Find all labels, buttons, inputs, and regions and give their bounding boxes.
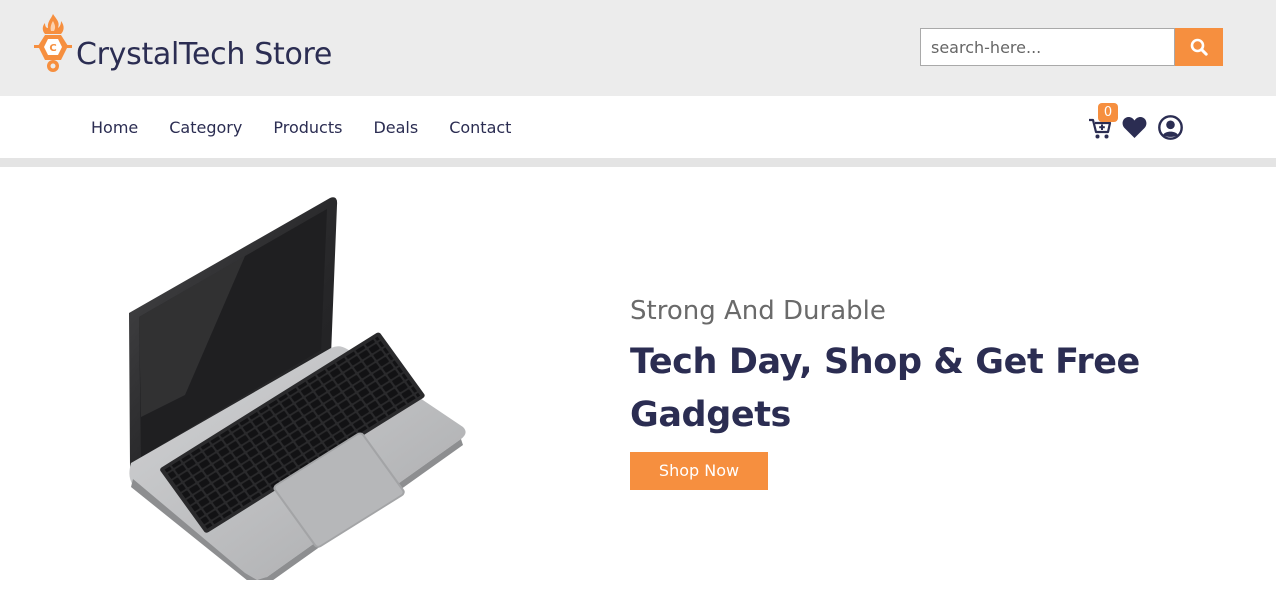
nav-links: Home Category Products Deals Contact (91, 96, 511, 158)
heart-icon[interactable] (1122, 116, 1147, 139)
hero-subtitle: Strong And Durable (630, 296, 886, 326)
svg-text:C: C (49, 43, 56, 54)
search-icon (1190, 38, 1208, 56)
search-button[interactable] (1175, 28, 1223, 66)
shop-now-button[interactable]: Shop Now (630, 452, 768, 490)
nav-item-deals[interactable]: Deals (373, 118, 418, 137)
search-input[interactable] (920, 28, 1175, 66)
main-nav: Home Category Products Deals Contact (0, 96, 1276, 158)
hero-title: Tech Day, Shop & Get Free Gadgets (630, 342, 1140, 435)
nav-divider (0, 158, 1276, 167)
laptop-image (129, 197, 466, 580)
hero-text: Strong And Durable Tech Day, Shop & Get … (630, 294, 1150, 490)
header-actions: 0 (1088, 103, 1188, 144)
cart-count-badge: 0 (1098, 103, 1118, 122)
search-bar (920, 28, 1223, 66)
store-name: CrystalTech Store (76, 37, 333, 72)
nav-item-home[interactable]: Home (91, 118, 138, 137)
flame-crystal-logo-icon: C (34, 14, 72, 72)
store-logo[interactable]: C CrystalTech Store (34, 12, 332, 74)
nav-item-category[interactable]: Category (169, 118, 242, 137)
user-circle-icon[interactable] (1158, 115, 1183, 140)
nav-item-products[interactable]: Products (273, 118, 342, 137)
top-header: C CrystalTech Store (0, 0, 1276, 96)
nav-item-contact[interactable]: Contact (449, 118, 511, 137)
